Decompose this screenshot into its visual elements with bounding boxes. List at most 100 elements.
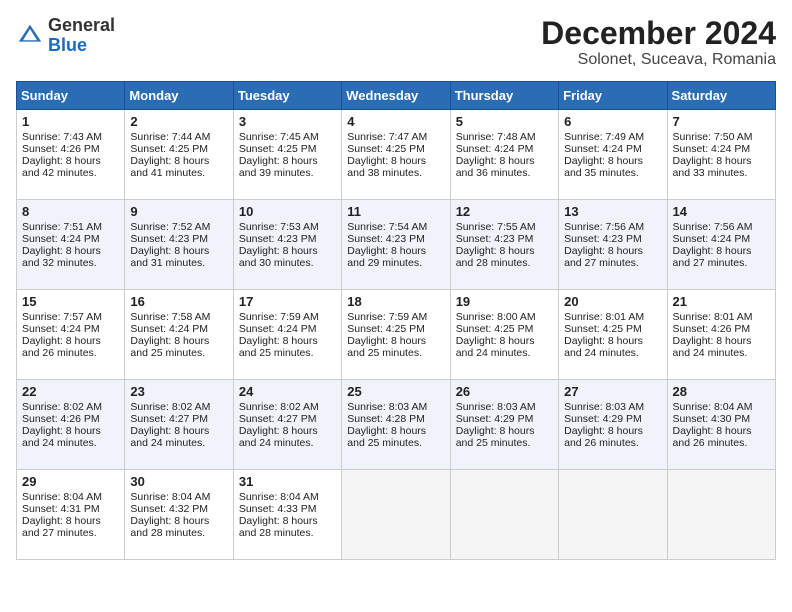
calendar-week-row: 1Sunrise: 7:43 AMSunset: 4:26 PMDaylight… (17, 110, 776, 200)
day-number: 3 (239, 114, 336, 129)
calendar-cell: 5Sunrise: 7:48 AMSunset: 4:24 PMDaylight… (450, 110, 558, 200)
sunrise-text: Sunrise: 7:54 AM (347, 221, 427, 233)
col-wednesday: Wednesday (342, 82, 450, 110)
calendar-cell: 4Sunrise: 7:47 AMSunset: 4:25 PMDaylight… (342, 110, 450, 200)
day-number: 15 (22, 294, 119, 309)
sunset-text: Sunset: 4:26 PM (22, 413, 100, 425)
col-tuesday: Tuesday (233, 82, 341, 110)
day-number: 5 (456, 114, 553, 129)
sunset-text: Sunset: 4:24 PM (239, 323, 317, 335)
day-number: 9 (130, 204, 227, 219)
daylight-text: Daylight: 8 hours and 38 minutes. (347, 155, 426, 179)
day-number: 28 (673, 384, 770, 399)
calendar-cell: 11 Sunrise: 7:54 AMSunset: 4:23 PMDayligh… (342, 200, 450, 290)
day-number: 13 (564, 204, 661, 219)
day-number: 12 (456, 204, 553, 219)
daylight-text: Daylight: 8 hours and 25 minutes. (130, 335, 209, 359)
day-number: 11 (347, 204, 444, 219)
daylight-text: Daylight: 8 hours and 29 minutes. (347, 245, 426, 269)
sunset-text: Sunset: 4:31 PM (22, 503, 100, 515)
sunset-text: Sunset: 4:26 PM (673, 323, 751, 335)
calendar-cell: 24Sunrise: 8:02 AMSunset: 4:27 PMDayligh… (233, 380, 341, 470)
logo-blue-text: Blue (48, 35, 87, 55)
title-area: December 2024 Solonet, Suceava, Romania (541, 16, 776, 69)
calendar-cell (342, 470, 450, 560)
sunset-text: Sunset: 4:23 PM (239, 233, 317, 245)
sunrise-text: Sunrise: 7:51 AM (22, 221, 102, 233)
daylight-text: Daylight: 8 hours and 28 minutes. (130, 515, 209, 539)
calendar-cell: 23Sunrise: 8:02 AMSunset: 4:27 PMDayligh… (125, 380, 233, 470)
daylight-text: Daylight: 8 hours and 28 minutes. (239, 515, 318, 539)
col-friday: Friday (559, 82, 667, 110)
sunrise-text: Sunrise: 7:53 AM (239, 221, 319, 233)
sunset-text: Sunset: 4:29 PM (456, 413, 534, 425)
day-number: 4 (347, 114, 444, 129)
day-number: 14 (673, 204, 770, 219)
daylight-text: Daylight: 8 hours and 27 minutes. (564, 245, 643, 269)
daylight-text: Daylight: 8 hours and 35 minutes. (564, 155, 643, 179)
daylight-text: Daylight: 8 hours and 33 minutes. (673, 155, 752, 179)
sunset-text: Sunset: 4:24 PM (564, 143, 642, 155)
sunrise-text: Sunrise: 7:56 AM (564, 221, 644, 233)
calendar-cell: 20Sunrise: 8:01 AMSunset: 4:25 PMDayligh… (559, 290, 667, 380)
sunrise-text: Sunrise: 8:03 AM (456, 401, 536, 413)
month-year-title: December 2024 (541, 16, 776, 51)
sunrise-text: Sunrise: 7:48 AM (456, 131, 536, 143)
sunset-text: Sunset: 4:27 PM (130, 413, 208, 425)
calendar-cell: 29Sunrise: 8:04 AMSunset: 4:31 PMDayligh… (17, 470, 125, 560)
sunrise-text: Sunrise: 8:00 AM (456, 311, 536, 323)
sunset-text: Sunset: 4:23 PM (130, 233, 208, 245)
calendar-cell: 15Sunrise: 7:57 AMSunset: 4:24 PMDayligh… (17, 290, 125, 380)
daylight-text: Daylight: 8 hours and 28 minutes. (456, 245, 535, 269)
sunrise-text: Sunrise: 7:45 AM (239, 131, 319, 143)
sunrise-text: Sunrise: 8:04 AM (130, 491, 210, 503)
sunrise-text: Sunrise: 7:58 AM (130, 311, 210, 323)
daylight-text: Daylight: 8 hours and 25 minutes. (347, 425, 426, 449)
calendar-cell: 18Sunrise: 7:59 AMSunset: 4:25 PMDayligh… (342, 290, 450, 380)
sunset-text: Sunset: 4:24 PM (22, 233, 100, 245)
location-subtitle: Solonet, Suceava, Romania (541, 51, 776, 69)
sunrise-text: Sunrise: 7:56 AM (673, 221, 753, 233)
calendar-cell: 26Sunrise: 8:03 AMSunset: 4:29 PMDayligh… (450, 380, 558, 470)
sunset-text: Sunset: 4:25 PM (564, 323, 642, 335)
col-sunday: Sunday (17, 82, 125, 110)
daylight-text: Daylight: 8 hours and 25 minutes. (239, 335, 318, 359)
sunset-text: Sunset: 4:32 PM (130, 503, 208, 515)
daylight-text: Daylight: 8 hours and 26 minutes. (22, 335, 101, 359)
day-number: 17 (239, 294, 336, 309)
calendar-cell: 8Sunrise: 7:51 AMSunset: 4:24 PMDaylight… (17, 200, 125, 290)
daylight-text: Daylight: 8 hours and 36 minutes. (456, 155, 535, 179)
daylight-text: Daylight: 8 hours and 27 minutes. (22, 515, 101, 539)
calendar-cell: 13 Sunrise: 7:56 AMSunset: 4:23 PMDayligh… (559, 200, 667, 290)
daylight-text: Daylight: 8 hours and 24 minutes. (456, 335, 535, 359)
day-number: 19 (456, 294, 553, 309)
sunrise-text: Sunrise: 8:03 AM (564, 401, 644, 413)
sunset-text: Sunset: 4:30 PM (673, 413, 751, 425)
day-number: 23 (130, 384, 227, 399)
sunrise-text: Sunrise: 8:02 AM (22, 401, 102, 413)
sunrise-text: Sunrise: 7:44 AM (130, 131, 210, 143)
page-header: General Blue December 2024 Solonet, Suce… (16, 16, 776, 69)
daylight-text: Daylight: 8 hours and 25 minutes. (456, 425, 535, 449)
calendar-cell (559, 470, 667, 560)
calendar-cell: 25Sunrise: 8:03 AMSunset: 4:28 PMDayligh… (342, 380, 450, 470)
sunset-text: Sunset: 4:23 PM (347, 233, 425, 245)
daylight-text: Daylight: 8 hours and 24 minutes. (239, 425, 318, 449)
sunset-text: Sunset: 4:23 PM (564, 233, 642, 245)
calendar-cell: 16 Sunrise: 7:58 AMSunset: 4:24 PMDayligh… (125, 290, 233, 380)
calendar-cell: 21Sunrise: 8:01 AMSunset: 4:26 PMDayligh… (667, 290, 775, 380)
sunrise-text: Sunrise: 7:57 AM (22, 311, 102, 323)
sunset-text: Sunset: 4:24 PM (673, 143, 751, 155)
calendar-cell: 31Sunrise: 8:04 AMSunset: 4:33 PMDayligh… (233, 470, 341, 560)
calendar-cell: 17Sunrise: 7:59 AMSunset: 4:24 PMDayligh… (233, 290, 341, 380)
sunset-text: Sunset: 4:29 PM (564, 413, 642, 425)
col-monday: Monday (125, 82, 233, 110)
day-number: 16 (130, 294, 227, 309)
day-number: 2 (130, 114, 227, 129)
day-number: 31 (239, 474, 336, 489)
daylight-text: Daylight: 8 hours and 39 minutes. (239, 155, 318, 179)
sunrise-text: Sunrise: 7:49 AM (564, 131, 644, 143)
sunset-text: Sunset: 4:24 PM (130, 323, 208, 335)
day-number: 21 (673, 294, 770, 309)
sunset-text: Sunset: 4:33 PM (239, 503, 317, 515)
